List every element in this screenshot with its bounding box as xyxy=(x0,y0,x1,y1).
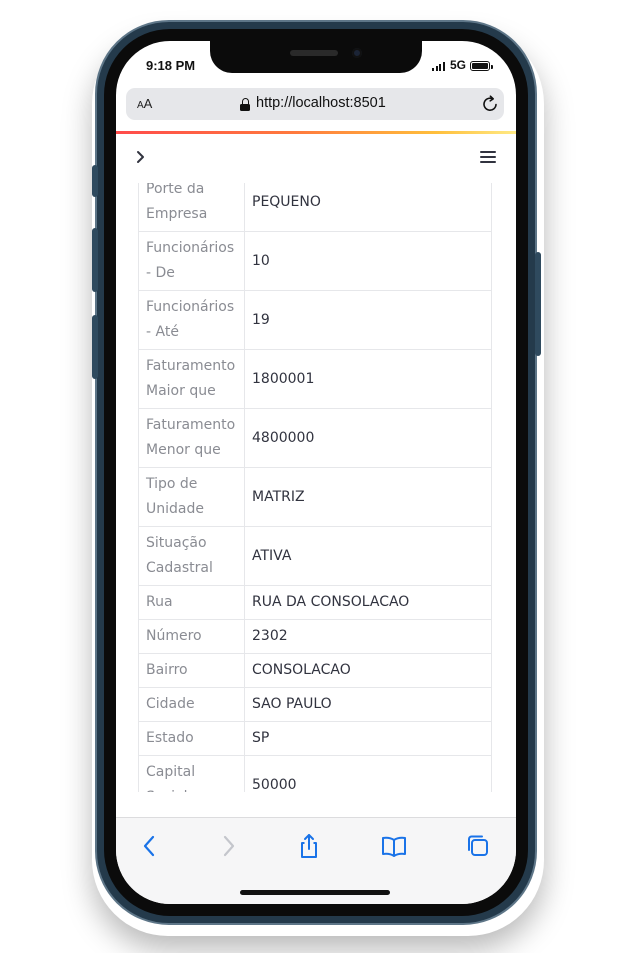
browser-toolbar xyxy=(116,817,516,904)
row-value: PEQUENO xyxy=(244,183,492,232)
row-label: Funcionários - Até xyxy=(138,290,245,350)
table-row: Cidade SAO PAULO xyxy=(138,687,492,722)
signal-icon xyxy=(432,61,446,71)
side-button xyxy=(535,252,541,356)
chevron-right-icon[interactable] xyxy=(134,148,148,166)
row-value: 10 xyxy=(244,231,492,291)
row-value: SAO PAULO xyxy=(244,687,492,722)
row-label: Bairro xyxy=(138,653,245,688)
screen: 9:18 PM 5G AA http://localhost:8501 Port… xyxy=(116,41,516,904)
reload-icon[interactable] xyxy=(480,94,500,114)
row-label: Faturamento Maior que xyxy=(138,349,245,409)
table-row: Funcionários - Até 19 xyxy=(138,290,492,350)
address-bar[interactable]: AA http://localhost:8501 xyxy=(126,88,504,120)
row-value: 1800001 xyxy=(244,349,492,409)
row-value: 19 xyxy=(244,290,492,350)
row-label: Faturamento Menor que xyxy=(138,408,245,468)
table-row: Situação Cadastral ATIVA xyxy=(138,526,492,586)
table-row: Capital Social 50000 xyxy=(138,755,492,792)
row-label: Situação Cadastral xyxy=(138,526,245,586)
back-icon[interactable] xyxy=(136,832,164,860)
lock-icon xyxy=(240,98,250,111)
bookmarks-icon[interactable] xyxy=(380,832,408,860)
row-value: 4800000 xyxy=(244,408,492,468)
row-label: Cidade xyxy=(138,687,245,722)
row-value: CONSOLACAO xyxy=(244,653,492,688)
forward-icon[interactable] xyxy=(214,832,242,860)
notch xyxy=(210,41,422,73)
row-value: MATRIZ xyxy=(244,467,492,527)
share-icon[interactable] xyxy=(295,832,323,860)
status-time: 9:18 PM xyxy=(146,58,196,73)
row-label: Capital Social xyxy=(138,755,245,792)
tabs-icon[interactable] xyxy=(464,832,492,860)
table-row: Tipo de Unidade MATRIZ xyxy=(138,467,492,527)
row-label: Número xyxy=(138,619,245,654)
row-value: 2302 xyxy=(244,619,492,654)
url-text[interactable]: http://localhost:8501 xyxy=(256,95,386,111)
row-label: Rua xyxy=(138,585,245,620)
mute-switch xyxy=(92,165,98,197)
table-row: Faturamento Maior que 1800001 xyxy=(138,349,492,409)
row-label: Funcionários - De xyxy=(138,231,245,291)
battery-icon xyxy=(470,61,493,71)
row-value: RUA DA CONSOLACAO xyxy=(244,585,492,620)
row-label: Tipo de Unidade xyxy=(138,467,245,527)
network-type: 5G xyxy=(450,58,467,72)
hamburger-menu-icon[interactable] xyxy=(480,151,498,165)
data-table: Porte da Empresa PEQUENO Funcionários - … xyxy=(138,183,492,792)
front-camera xyxy=(352,48,362,58)
table-row: Rua RUA DA CONSOLACAO xyxy=(138,585,492,620)
table-row: Número 2302 xyxy=(138,619,492,654)
home-indicator[interactable] xyxy=(240,890,390,895)
app-top-decoration xyxy=(116,131,516,134)
volume-up-button xyxy=(92,228,98,292)
text-size-button[interactable]: AA xyxy=(137,96,152,111)
volume-down-button xyxy=(92,315,98,379)
row-label: Estado xyxy=(138,721,245,756)
table-row: Estado SP xyxy=(138,721,492,756)
row-label: Porte da Empresa xyxy=(138,183,245,232)
table-row: Porte da Empresa PEQUENO xyxy=(138,183,492,232)
table-row: Funcionários - De 10 xyxy=(138,231,492,291)
row-value: 50000 xyxy=(244,755,492,792)
table-row: Bairro CONSOLACAO xyxy=(138,653,492,688)
speaker-grille xyxy=(290,50,338,56)
row-value: SP xyxy=(244,721,492,756)
row-value: ATIVA xyxy=(244,526,492,586)
table-row: Faturamento Menor que 4800000 xyxy=(138,408,492,468)
